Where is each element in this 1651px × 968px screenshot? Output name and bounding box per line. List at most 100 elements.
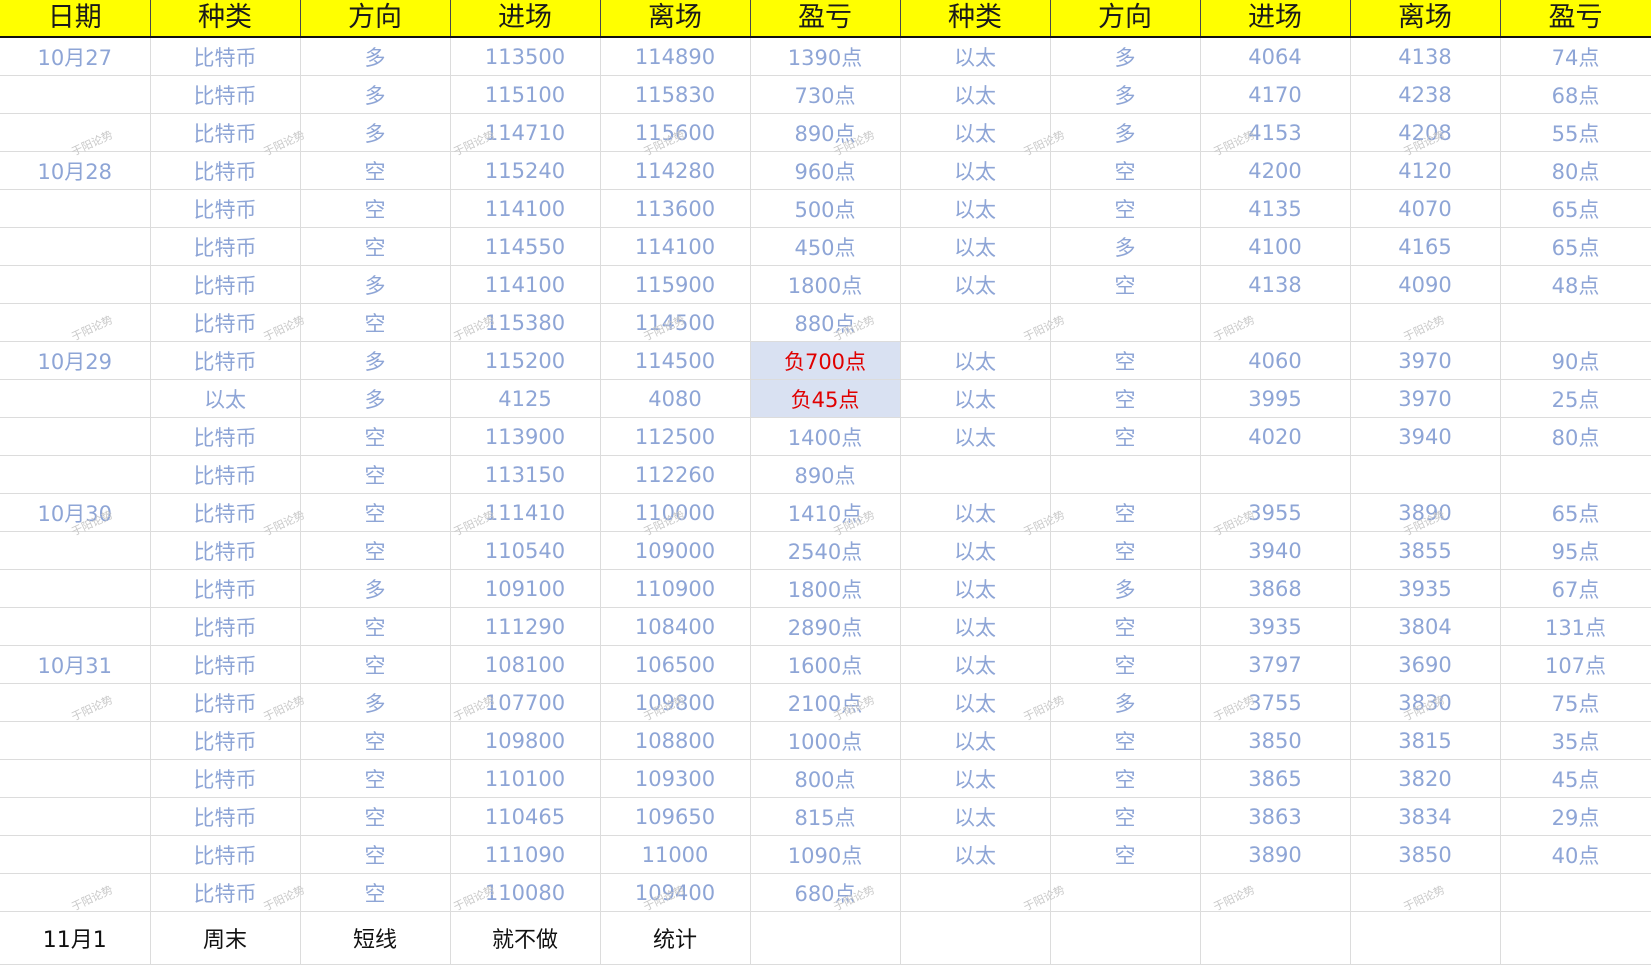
direction-cell-2[interactable]: 空	[1050, 531, 1201, 570]
entry-cell-2[interactable]: 3995	[1200, 379, 1351, 418]
type-cell[interactable]: 比特币	[150, 189, 301, 228]
entry-cell-2[interactable]: 4170	[1200, 75, 1351, 114]
direction-cell[interactable]: 多	[300, 113, 451, 152]
type-cell-2[interactable]: 以太	[900, 37, 1051, 76]
type-cell[interactable]: 比特币	[150, 75, 301, 114]
type-cell-2[interactable]	[900, 873, 1051, 912]
exit-cell-2[interactable]: 3820	[1350, 759, 1501, 798]
header-direction-2[interactable]: 方向	[1050, 0, 1201, 38]
exit-cell-2[interactable]: 3815	[1350, 721, 1501, 760]
entry-cell-2[interactable]: 4064	[1200, 37, 1351, 76]
entry-cell-2[interactable]: 4200	[1200, 151, 1351, 190]
entry-cell[interactable]: 115100	[450, 75, 601, 114]
exit-cell-2[interactable]: 3850	[1350, 835, 1501, 874]
summary-cell[interactable]	[1050, 911, 1201, 965]
entry-cell[interactable]: 111410	[450, 493, 601, 532]
type-cell-2[interactable]: 以太	[900, 759, 1051, 798]
summary-cell[interactable]: 统计	[600, 911, 751, 965]
date-cell[interactable]	[0, 189, 151, 228]
exit-cell-2[interactable]: 4208	[1350, 113, 1501, 152]
entry-cell-2[interactable]	[1200, 455, 1351, 494]
direction-cell[interactable]: 多	[300, 37, 451, 76]
type-cell[interactable]: 比特币	[150, 151, 301, 190]
exit-cell[interactable]: 114100	[600, 227, 751, 266]
date-cell[interactable]	[0, 759, 151, 798]
summary-cell[interactable]	[1350, 911, 1501, 965]
entry-cell[interactable]: 113150	[450, 455, 601, 494]
type-cell-2[interactable]: 以太	[900, 797, 1051, 836]
type-cell-2[interactable]: 以太	[900, 417, 1051, 456]
exit-cell-2[interactable]: 3940	[1350, 417, 1501, 456]
pnl-cell[interactable]: 890点	[750, 455, 901, 494]
entry-cell[interactable]: 107700	[450, 683, 601, 722]
entry-cell-2[interactable]: 3865	[1200, 759, 1351, 798]
header-date[interactable]: 日期	[0, 0, 151, 38]
entry-cell[interactable]: 113500	[450, 37, 601, 76]
exit-cell-2[interactable]: 4120	[1350, 151, 1501, 190]
exit-cell-2[interactable]: 3890	[1350, 493, 1501, 532]
direction-cell-2[interactable]: 空	[1050, 151, 1201, 190]
date-cell[interactable]	[0, 835, 151, 874]
direction-cell-2[interactable]: 多	[1050, 113, 1201, 152]
pnl-cell-2[interactable]: 107点	[1500, 645, 1651, 684]
type-cell-2[interactable]: 以太	[900, 531, 1051, 570]
pnl-cell[interactable]: 负700点	[750, 341, 901, 380]
exit-cell[interactable]: 109400	[600, 873, 751, 912]
exit-cell[interactable]: 110900	[600, 569, 751, 608]
entry-cell[interactable]: 111090	[450, 835, 601, 874]
pnl-cell-2[interactable]	[1500, 303, 1651, 342]
pnl-cell-2[interactable]: 45点	[1500, 759, 1651, 798]
date-cell[interactable]	[0, 797, 151, 836]
pnl-cell[interactable]: 2890点	[750, 607, 901, 646]
date-cell[interactable]	[0, 569, 151, 608]
direction-cell-2[interactable]: 空	[1050, 189, 1201, 228]
type-cell[interactable]: 比特币	[150, 759, 301, 798]
date-cell[interactable]	[0, 721, 151, 760]
pnl-cell[interactable]: 1390点	[750, 37, 901, 76]
direction-cell[interactable]: 空	[300, 645, 451, 684]
direction-cell[interactable]: 空	[300, 531, 451, 570]
exit-cell-2[interactable]	[1350, 455, 1501, 494]
exit-cell[interactable]: 115830	[600, 75, 751, 114]
summary-cell[interactable]: 短线	[300, 911, 451, 965]
type-cell[interactable]: 比特币	[150, 341, 301, 380]
direction-cell-2[interactable]: 空	[1050, 759, 1201, 798]
pnl-cell-2[interactable]: 40点	[1500, 835, 1651, 874]
direction-cell[interactable]: 空	[300, 189, 451, 228]
pnl-cell-2[interactable]: 75点	[1500, 683, 1651, 722]
exit-cell[interactable]: 113600	[600, 189, 751, 228]
direction-cell-2[interactable]: 空	[1050, 797, 1201, 836]
direction-cell-2[interactable]: 空	[1050, 265, 1201, 304]
direction-cell[interactable]: 多	[300, 569, 451, 608]
exit-cell-2[interactable]: 3830	[1350, 683, 1501, 722]
pnl-cell-2[interactable]: 29点	[1500, 797, 1651, 836]
pnl-cell[interactable]: 1600点	[750, 645, 901, 684]
date-cell[interactable]	[0, 873, 151, 912]
exit-cell[interactable]: 106500	[600, 645, 751, 684]
entry-cell[interactable]: 115380	[450, 303, 601, 342]
pnl-cell-2[interactable]: 65点	[1500, 227, 1651, 266]
type-cell[interactable]: 比特币	[150, 645, 301, 684]
entry-cell-2[interactable]	[1200, 873, 1351, 912]
type-cell[interactable]: 比特币	[150, 607, 301, 646]
direction-cell[interactable]: 空	[300, 493, 451, 532]
pnl-cell[interactable]: 450点	[750, 227, 901, 266]
header-pnl[interactable]: 盈亏	[750, 0, 901, 38]
entry-cell-2[interactable]: 4020	[1200, 417, 1351, 456]
entry-cell-2[interactable]: 3863	[1200, 797, 1351, 836]
entry-cell-2[interactable]: 4135	[1200, 189, 1351, 228]
type-cell[interactable]: 比特币	[150, 797, 301, 836]
type-cell[interactable]: 比特币	[150, 227, 301, 266]
direction-cell-2[interactable]: 空	[1050, 341, 1201, 380]
exit-cell-2[interactable]: 4070	[1350, 189, 1501, 228]
direction-cell[interactable]: 空	[300, 303, 451, 342]
direction-cell-2[interactable]: 多	[1050, 75, 1201, 114]
exit-cell-2[interactable]: 3970	[1350, 341, 1501, 380]
date-cell[interactable]	[0, 227, 151, 266]
pnl-cell-2[interactable]: 80点	[1500, 417, 1651, 456]
header-type[interactable]: 种类	[150, 0, 301, 38]
type-cell[interactable]: 比特币	[150, 683, 301, 722]
direction-cell-2[interactable]: 多	[1050, 569, 1201, 608]
type-cell-2[interactable]: 以太	[900, 227, 1051, 266]
exit-cell-2[interactable]: 4238	[1350, 75, 1501, 114]
